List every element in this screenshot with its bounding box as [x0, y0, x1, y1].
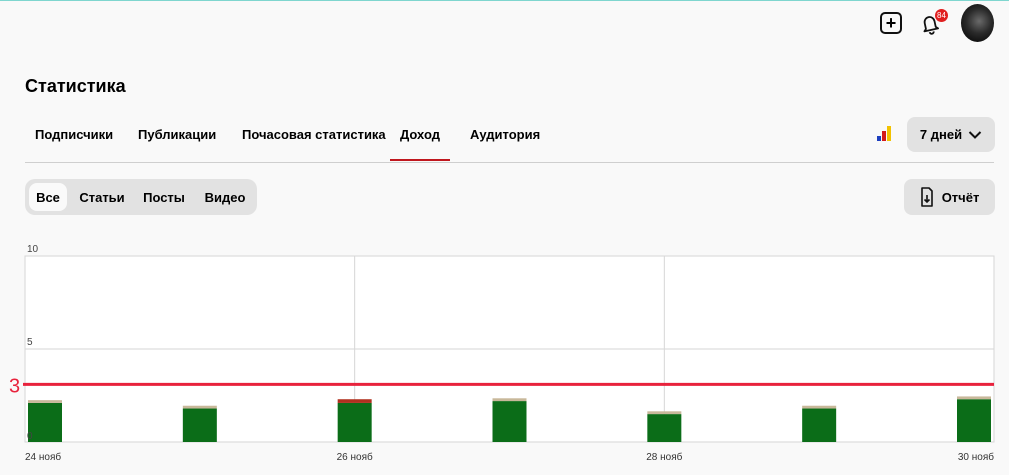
notification-badge: 84	[935, 9, 948, 22]
tab-publications[interactable]: Публикации	[128, 124, 226, 145]
document-download-icon	[920, 187, 933, 207]
bar-cap	[802, 405, 837, 409]
y-tick-label: 10	[27, 244, 39, 255]
filter-all[interactable]: Все	[29, 183, 67, 211]
y-tick-label: 0	[27, 431, 33, 442]
period-select[interactable]: 7 дней	[907, 117, 995, 152]
chevron-down-icon	[968, 130, 982, 139]
bar-cap	[957, 396, 991, 400]
bar-cap	[492, 398, 527, 402]
filter-video[interactable]: Видео	[198, 183, 252, 211]
filter-articles[interactable]: Статьи	[75, 183, 129, 211]
tab-hourly-stats[interactable]: Почасовая статистика	[232, 124, 396, 145]
page-title: Статистика	[25, 76, 126, 96]
threshold-label: 3	[9, 375, 20, 397]
income-chart: 10 5 0 24 нояб 26 нояб 28 нояб 30 нояб 3	[9, 244, 995, 463]
bar	[182, 408, 217, 442]
x-tick-label: 26 нояб	[337, 451, 373, 463]
filter-posts[interactable]: Посты	[138, 183, 190, 211]
top-border	[0, 0, 1009, 1]
rating-bars-icon[interactable]	[876, 125, 892, 141]
add-content-button[interactable]: +	[880, 12, 902, 34]
tab-subscribers[interactable]: Подписчики	[25, 124, 123, 145]
bar	[647, 414, 682, 442]
tabs-divider	[25, 162, 994, 163]
bar	[28, 402, 62, 442]
bar-cap	[28, 400, 62, 403]
content-filter: Все Статьи Посты Видео	[25, 179, 257, 215]
tab-income[interactable]: Доход	[390, 124, 450, 161]
bar	[957, 399, 991, 442]
x-tick-label: 24 нояб	[25, 451, 61, 463]
avatar[interactable]	[961, 4, 994, 42]
period-label: 7 дней	[919, 127, 963, 142]
report-label: Отчёт	[941, 189, 980, 205]
tab-audience[interactable]: Аудитория	[460, 124, 550, 145]
x-tick-label: 30 нояб	[958, 451, 994, 463]
y-tick-label: 5	[27, 337, 33, 348]
plus-icon: +	[885, 12, 897, 33]
bar	[337, 402, 372, 442]
bar-cap	[182, 405, 217, 409]
bar-cap	[647, 411, 682, 415]
x-tick-label: 28 нояб	[646, 451, 682, 463]
bar	[802, 408, 837, 442]
bar-cap	[337, 399, 372, 403]
report-button[interactable]: Отчёт	[904, 179, 995, 215]
bar	[492, 401, 527, 442]
